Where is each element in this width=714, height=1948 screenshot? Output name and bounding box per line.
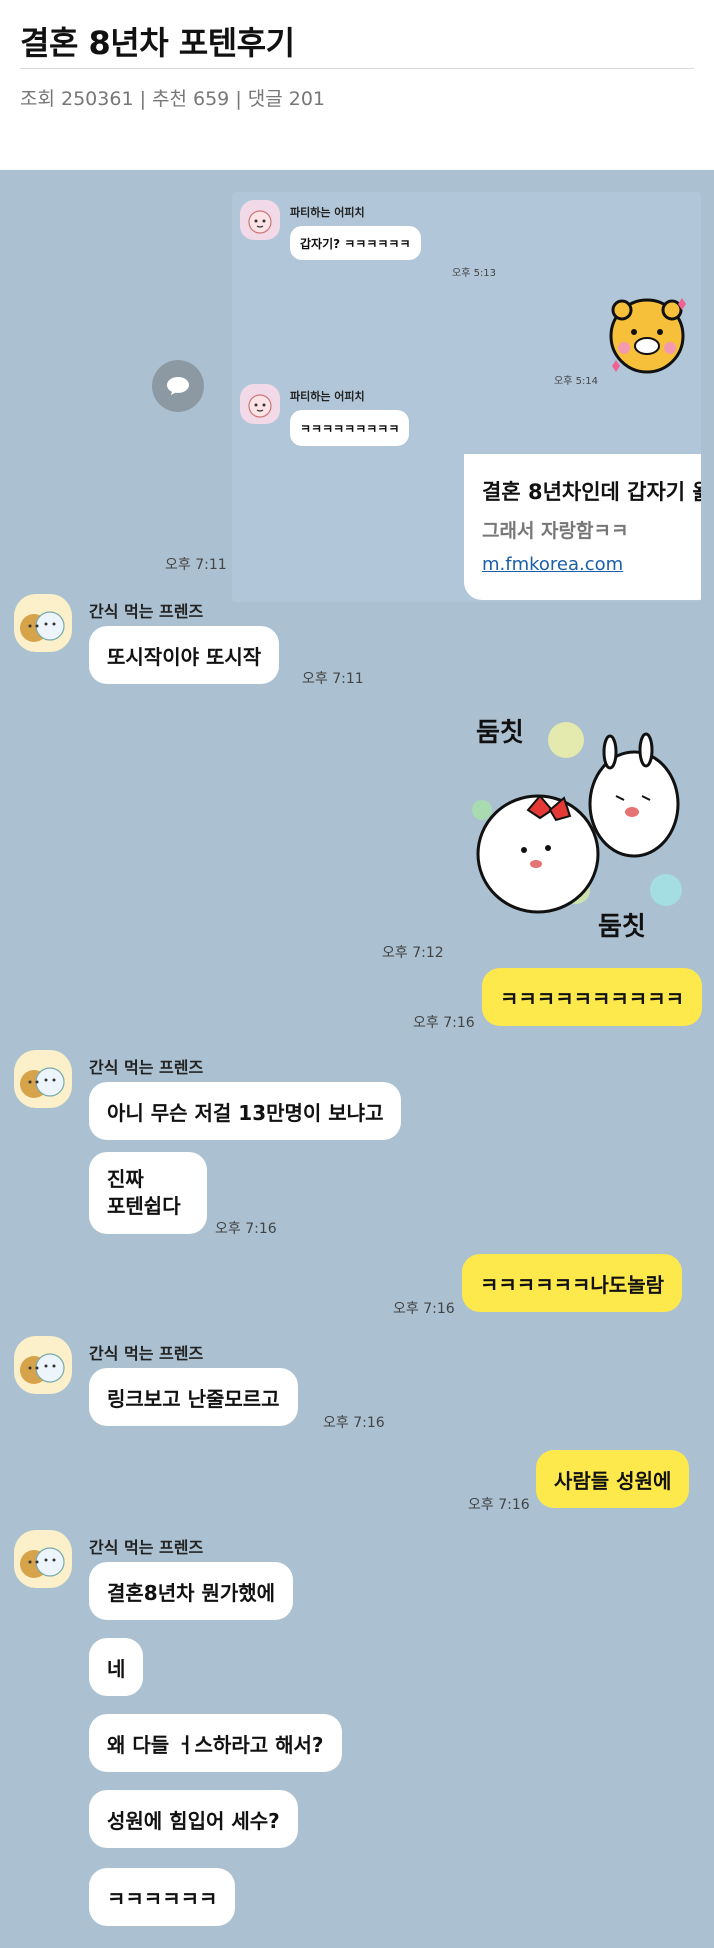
message-bubble: ㅋㅋㅋㅋㅋㅋㅋㅋㅋ [290,410,410,446]
friends-avatar-icon [14,1530,72,1588]
message-time: 오후 7:12 [382,945,444,961]
message-bubble: 왜 다들 ㅓ스하라고 해서? [89,1714,342,1772]
friends-avatar-icon [14,1336,72,1394]
sender-name: 파티하는 어피치 [290,206,365,219]
friends-avatar-icon [14,594,72,652]
chat-screenshot: 파티하는 어피치 갑자기? ㅋㅋㅋㅋㅋㅋ 오후 5:13 오후 5:14 파티하… [0,170,714,1948]
link-preview-card[interactable]: 결혼 8년차인데 갑자기 왉이 고맙다고함 그래서 자랑함ㅋㅋ m.fmkore… [464,454,701,600]
message-bubble: 진짜 포텐쉽다 [89,1152,207,1234]
message-bubble: 아니 무슨 저걸 13만명이 보냐고 [89,1082,402,1140]
message-time: 오후 7:16 [215,1221,277,1237]
my-message-bubble: 사람들 성원에 [536,1450,690,1508]
friend-name: 간식 먹는 프렌즈 [89,1058,204,1077]
message-time: 오후 7:16 [393,1301,455,1317]
message-bubble: 네 [89,1638,144,1696]
message-time: 오후 7:11 [165,557,227,573]
link-description: 그래서 자랑함ㅋㅋ [482,520,629,542]
article-header: 결혼 8년차 포텐후기 조회 250361 | 추천 659 | 댓글 201 [0,0,714,170]
friend-name: 간식 먹는 프렌즈 [89,1538,204,1557]
friend-name: 간식 먹는 프렌즈 [89,1344,204,1363]
ryan-sticker-icon [602,288,692,378]
message-time: 오후 5:13 [452,268,497,279]
message-bubble: 또시작이야 또시작 [89,626,280,684]
sticker-caption: 둠칫 [598,912,646,942]
apeach-avatar-icon [240,384,280,424]
my-message-bubble: ㅋㅋㅋㅋㅋㅋㅋㅋㅋㅋ [482,968,702,1026]
message-time: 오후 7:16 [323,1415,385,1431]
link-title: 결혼 8년차인데 갑자기 왉이 고맙다고함 [482,480,701,504]
shared-image[interactable]: 파티하는 어피치 갑자기? ㅋㅋㅋㅋㅋㅋ 오후 5:13 오후 5:14 파티하… [232,192,701,602]
message-bubble: 성원에 힘입어 세수? [89,1790,298,1848]
share-icon [167,377,189,395]
sticker-caption: 둠칫 [476,718,524,748]
friend-name: 간식 먹는 프렌즈 [89,602,204,621]
message-bubble: 링크보고 난줄모르고 [89,1368,298,1426]
message-time: 오후 7:16 [468,1497,530,1513]
message-bubble: 결혼8년차 뭔가했에 [89,1562,294,1620]
divider [20,68,694,69]
message-time: 오후 7:11 [302,671,364,687]
message-bubble: 갑자기? ㅋㅋㅋㅋㅋㅋ [290,226,421,260]
apeach-avatar-icon [240,200,280,240]
my-message-bubble: ㅋㅋㅋㅋㅋㅋ나도놀람 [462,1254,682,1312]
share-button[interactable] [152,360,204,412]
page-title: 결혼 8년차 포텐후기 [20,24,295,62]
article-meta: 조회 250361 | 추천 659 | 댓글 201 [20,88,326,110]
message-bubble: ㅋㅋㅋㅋㅋㅋ [89,1868,236,1926]
friends-avatar-icon [14,1050,72,1108]
message-time: 오후 7:16 [413,1015,475,1031]
message-time: 오후 5:14 [554,376,599,387]
link-url[interactable]: m.fmkorea.com [482,554,623,575]
sender-name: 파티하는 어피치 [290,390,365,403]
